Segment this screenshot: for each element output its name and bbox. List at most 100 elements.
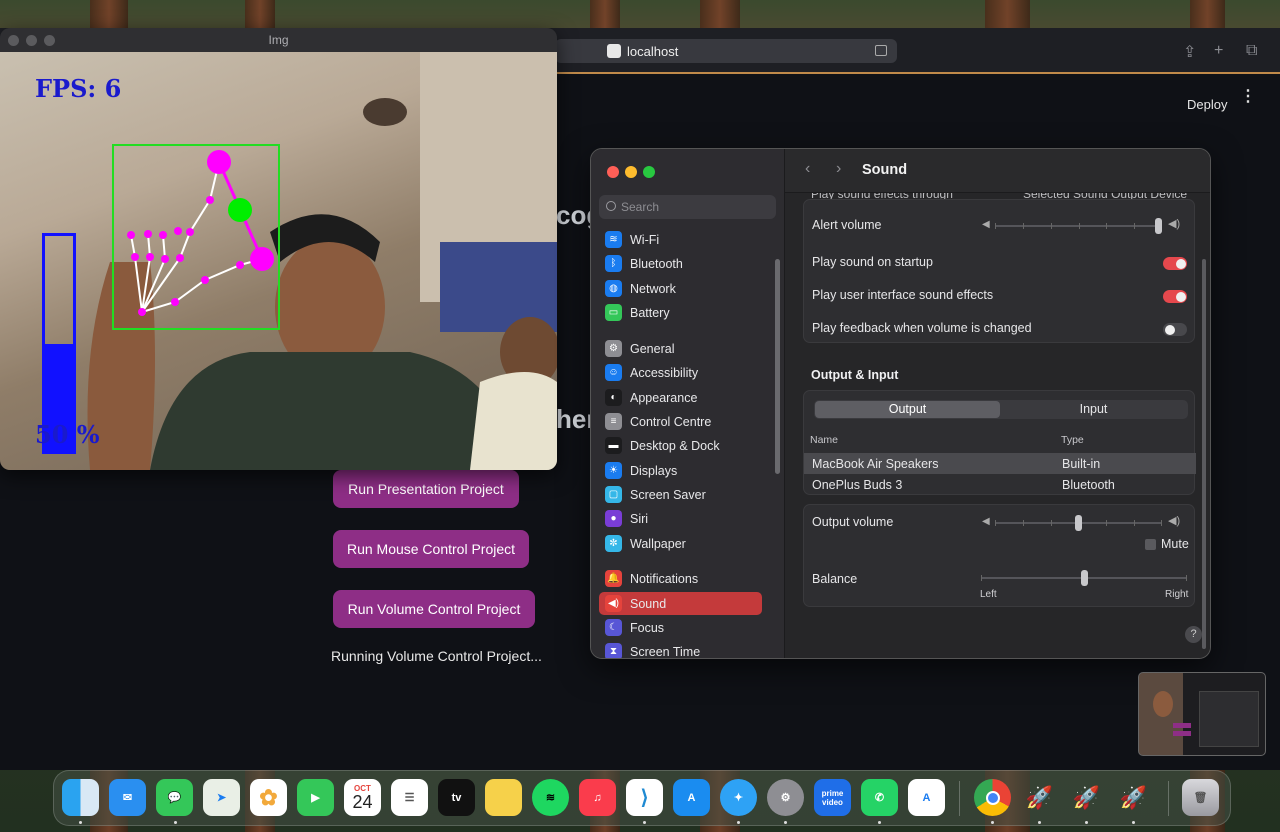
maximize-icon[interactable]: [44, 35, 55, 46]
calendar-day: 24: [352, 792, 373, 812]
maximize-icon[interactable]: [643, 166, 655, 178]
sidebar-item-bluetooth[interactable]: ᛒ Bluetooth: [599, 252, 762, 275]
tabs-overview-icon[interactable]: ⧉: [1246, 42, 1257, 60]
vscode-icon[interactable]: ⟩: [626, 779, 663, 816]
back-icon[interactable]: ‹: [805, 160, 810, 178]
sidebar-item-displays[interactable]: ☀ Displays: [599, 459, 762, 482]
whatsapp-icon[interactable]: ✆: [861, 779, 898, 816]
sidebar-scrollbar[interactable]: [775, 259, 780, 474]
search-placeholder: Search: [621, 200, 660, 214]
address-bar[interactable]: localhost: [555, 39, 897, 63]
sidebar-item-network[interactable]: ◍ Network: [599, 277, 762, 300]
music-icon[interactable]: ♫: [579, 779, 616, 816]
sidebar-item-label: Desktop & Dock: [630, 438, 720, 453]
hand-tracking-overlay: [112, 144, 280, 330]
mute-checkbox[interactable]: [1145, 539, 1156, 550]
more-menu-icon[interactable]: ⋮: [1240, 89, 1256, 105]
sidebar-item-label: Bluetooth: [630, 256, 683, 271]
sidebar-item-appearance[interactable]: ◐ Appearance: [599, 386, 762, 409]
finder-icon[interactable]: [62, 779, 99, 816]
pane-scrollbar[interactable]: [1202, 259, 1206, 649]
new-tab-icon[interactable]: +: [1214, 42, 1223, 60]
forward-icon[interactable]: ›: [836, 160, 841, 178]
trash-icon[interactable]: 🗑: [1182, 779, 1219, 816]
sidebar-item-battery[interactable]: ▭ Battery: [599, 301, 762, 324]
sidebar-item-general[interactable]: ⚙ General: [599, 337, 762, 360]
tab-output[interactable]: Output: [815, 401, 1000, 418]
screen-saver-icon: ▢: [605, 486, 622, 503]
sun-icon: ☀: [605, 462, 622, 479]
sidebar-item-focus[interactable]: ☾ Focus: [599, 616, 762, 639]
xcode-icon[interactable]: A: [908, 779, 945, 816]
chrome-icon[interactable]: [974, 779, 1011, 816]
help-button[interactable]: ?: [1185, 626, 1202, 643]
slider-knob[interactable]: [1155, 218, 1162, 234]
table-row[interactable]: OnePlus Buds 3 Bluetooth: [804, 474, 1196, 495]
facetime-icon[interactable]: ▶: [297, 779, 334, 816]
notes-icon[interactable]: [485, 779, 522, 816]
sidebar-item-screen-time[interactable]: ⧗ Screen Time: [599, 640, 762, 659]
maps-icon[interactable]: ➤: [203, 779, 240, 816]
sidebar-item-label: Siri: [630, 511, 649, 526]
messages-icon[interactable]: 💬: [156, 779, 193, 816]
app-store-icon[interactable]: A: [673, 779, 710, 816]
rocket-icon[interactable]: 🚀: [1068, 779, 1105, 816]
toggle-row-label: Play user interface sound effects: [812, 288, 994, 302]
share-icon[interactable]: ⇪: [1183, 42, 1196, 62]
slider-knob[interactable]: [1075, 515, 1082, 531]
sidebar-item-wi-fi[interactable]: ≋ Wi-Fi: [599, 228, 762, 251]
run-mouse-control-button[interactable]: Run Mouse Control Project: [333, 530, 529, 568]
minimize-icon[interactable]: [26, 35, 37, 46]
dock: ✉ 💬 ➤ ✿ ▶ OCT 24 ☰ tv ≋ ♫ ⟩ A ✦ ⚙ prime …: [53, 770, 1231, 826]
sidebar-item-screen-saver[interactable]: ▢ Screen Saver: [599, 483, 762, 506]
camera-titlebar: Img: [0, 28, 557, 52]
reminders-icon[interactable]: ☰: [391, 779, 428, 816]
close-icon[interactable]: [8, 35, 19, 46]
run-presentation-button[interactable]: Run Presentation Project: [333, 470, 519, 508]
prime-label: prime video: [821, 788, 844, 807]
tab-input[interactable]: Input: [1000, 401, 1187, 418]
speaker-high-icon: ◀): [1168, 218, 1181, 230]
minimize-icon[interactable]: [625, 166, 637, 178]
mail-icon[interactable]: ✉: [109, 779, 146, 816]
alert-volume-slider[interactable]: [995, 218, 1162, 234]
toggle-switch[interactable]: [1163, 257, 1187, 270]
toggle-switch[interactable]: [1163, 290, 1187, 303]
sidebar-item-sound[interactable]: ◀) Sound: [599, 592, 762, 615]
sidebar-item-siri[interactable]: ● Siri: [599, 507, 762, 530]
rocket-icon[interactable]: 🚀: [1115, 779, 1152, 816]
sidebar-item-accessibility[interactable]: ☺ Accessibility: [599, 361, 762, 384]
toggle-switch[interactable]: [1163, 323, 1187, 336]
deploy-button[interactable]: Deploy: [1187, 97, 1227, 112]
sidebar-item-wallpaper[interactable]: ✼ Wallpaper: [599, 532, 762, 555]
run-volume-control-button[interactable]: Run Volume Control Project: [333, 590, 535, 628]
sidebar-item-control-centre[interactable]: ≡ Control Centre: [599, 410, 762, 433]
tv-icon[interactable]: tv: [438, 779, 475, 816]
sidebar-item-label: Screen Time: [630, 644, 701, 659]
toggle-row-label: Play feedback when volume is changed: [812, 321, 1032, 335]
table-row[interactable]: MacBook Air Speakers Built-in: [804, 453, 1196, 474]
sidebar-item-desktop-dock[interactable]: ▬ Desktop & Dock: [599, 434, 762, 457]
desktop-icon: ▬: [605, 437, 622, 454]
sidebar-item-label: Notifications: [630, 571, 699, 586]
balance-slider[interactable]: [981, 570, 1187, 586]
balance-right-label: Right: [1165, 589, 1189, 600]
prime-video-icon[interactable]: prime video: [814, 779, 851, 816]
toggle-row-label: Play sound on startup: [812, 255, 933, 269]
screenshot-thumbnail[interactable]: [1138, 672, 1266, 756]
system-settings-icon[interactable]: ⚙: [767, 779, 804, 816]
camera-window: Img FPS: 6 50 %: [0, 28, 557, 470]
reader-icon[interactable]: [875, 45, 887, 56]
speaker-low-icon: ◀: [982, 219, 990, 230]
slider-knob[interactable]: [1080, 570, 1088, 586]
output-volume-slider[interactable]: [995, 515, 1162, 531]
search-input[interactable]: Search: [599, 195, 776, 219]
speaker-low-icon: ◀: [982, 516, 990, 527]
rocket-icon[interactable]: 🚀: [1021, 779, 1058, 816]
close-icon[interactable]: [607, 166, 619, 178]
photos-icon[interactable]: ✿: [250, 779, 287, 816]
spotify-icon[interactable]: ≋: [532, 779, 569, 816]
calendar-icon[interactable]: OCT 24: [344, 779, 381, 816]
safari-icon[interactable]: ✦: [720, 779, 757, 816]
sidebar-item-notifications[interactable]: 🔔 Notifications: [599, 567, 762, 590]
